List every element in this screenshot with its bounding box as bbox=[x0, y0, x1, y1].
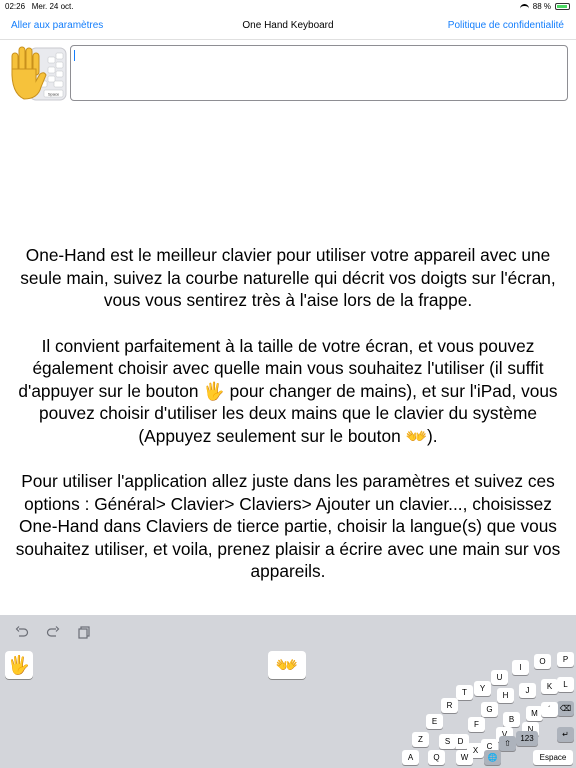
description-paragraph-2: Il convient parfaitement à la taille de … bbox=[18, 335, 558, 446]
description-paragraph-1: One-Hand est le meilleur clavier pour ut… bbox=[20, 245, 556, 310]
key-g[interactable]: G bbox=[481, 702, 498, 717]
status-right: 88 % bbox=[519, 2, 570, 11]
numbers-key[interactable]: 123 bbox=[516, 731, 538, 746]
key-f[interactable]: F bbox=[468, 717, 485, 732]
redo-icon[interactable] bbox=[46, 625, 60, 639]
key-q[interactable]: Q bbox=[428, 750, 445, 765]
wifi-icon bbox=[519, 3, 529, 10]
battery-percent: 88 % bbox=[532, 2, 551, 11]
battery-icon bbox=[555, 3, 570, 10]
key-t[interactable]: T bbox=[456, 685, 473, 700]
key-h[interactable]: H bbox=[497, 688, 514, 703]
return-key[interactable]: ↵ bbox=[557, 727, 574, 742]
key-z[interactable]: Z bbox=[412, 732, 429, 747]
text-caret bbox=[74, 50, 75, 61]
key-e[interactable]: E bbox=[426, 714, 443, 729]
description-paragraph-3: Pour utiliser l'application allez juste … bbox=[15, 471, 561, 581]
key-y[interactable]: Y bbox=[474, 681, 491, 696]
key-accent[interactable]: ´ bbox=[541, 702, 558, 717]
key-a[interactable]: A bbox=[402, 750, 419, 765]
key-w[interactable]: W bbox=[456, 750, 473, 765]
key-l[interactable]: L bbox=[557, 677, 574, 692]
key-k[interactable]: K bbox=[541, 679, 558, 694]
app-description: One-Hand est le meilleur clavier pour ut… bbox=[8, 244, 568, 606]
one-hand-keyboard: 🖐 👐 P O I U L K J Y H T ⌫ M B G R ´ N V … bbox=[0, 615, 576, 768]
key-s[interactable]: S bbox=[439, 734, 456, 749]
key-b[interactable]: B bbox=[503, 712, 520, 727]
status-time-date: 02:26 Mer. 24 oct. bbox=[5, 2, 74, 11]
status-time: 02:26 bbox=[5, 2, 26, 11]
two-hands-button[interactable]: 👐 bbox=[268, 651, 306, 679]
key-j[interactable]: J bbox=[519, 683, 536, 698]
status-date: Mer. 24 oct. bbox=[31, 2, 74, 11]
clipboard-icon[interactable] bbox=[77, 625, 91, 639]
key-r[interactable]: R bbox=[441, 698, 458, 713]
shift-key[interactable]: ⇧ bbox=[499, 736, 516, 751]
backspace-key[interactable]: ⌫ bbox=[557, 701, 574, 716]
navigation-bar: Aller aux paramètres One Hand Keyboard P… bbox=[0, 12, 576, 40]
switch-hand-button[interactable]: 🖐 bbox=[5, 651, 33, 679]
globe-key[interactable]: 🌐 bbox=[484, 750, 501, 765]
undo-icon[interactable] bbox=[15, 625, 29, 639]
logo-key-label: Space bbox=[48, 92, 60, 97]
key-p[interactable]: P bbox=[557, 652, 574, 667]
privacy-policy-link[interactable]: Politique de confidentialité bbox=[448, 20, 564, 31]
text-input[interactable] bbox=[70, 45, 568, 101]
status-bar: 02:26 Mer. 24 oct. 88 % bbox=[0, 0, 576, 12]
key-i[interactable]: I bbox=[512, 660, 529, 675]
key-u[interactable]: U bbox=[491, 670, 508, 685]
key-o[interactable]: O bbox=[534, 654, 551, 669]
space-key[interactable]: Espace bbox=[533, 750, 573, 765]
app-logo: Space bbox=[11, 46, 67, 101]
